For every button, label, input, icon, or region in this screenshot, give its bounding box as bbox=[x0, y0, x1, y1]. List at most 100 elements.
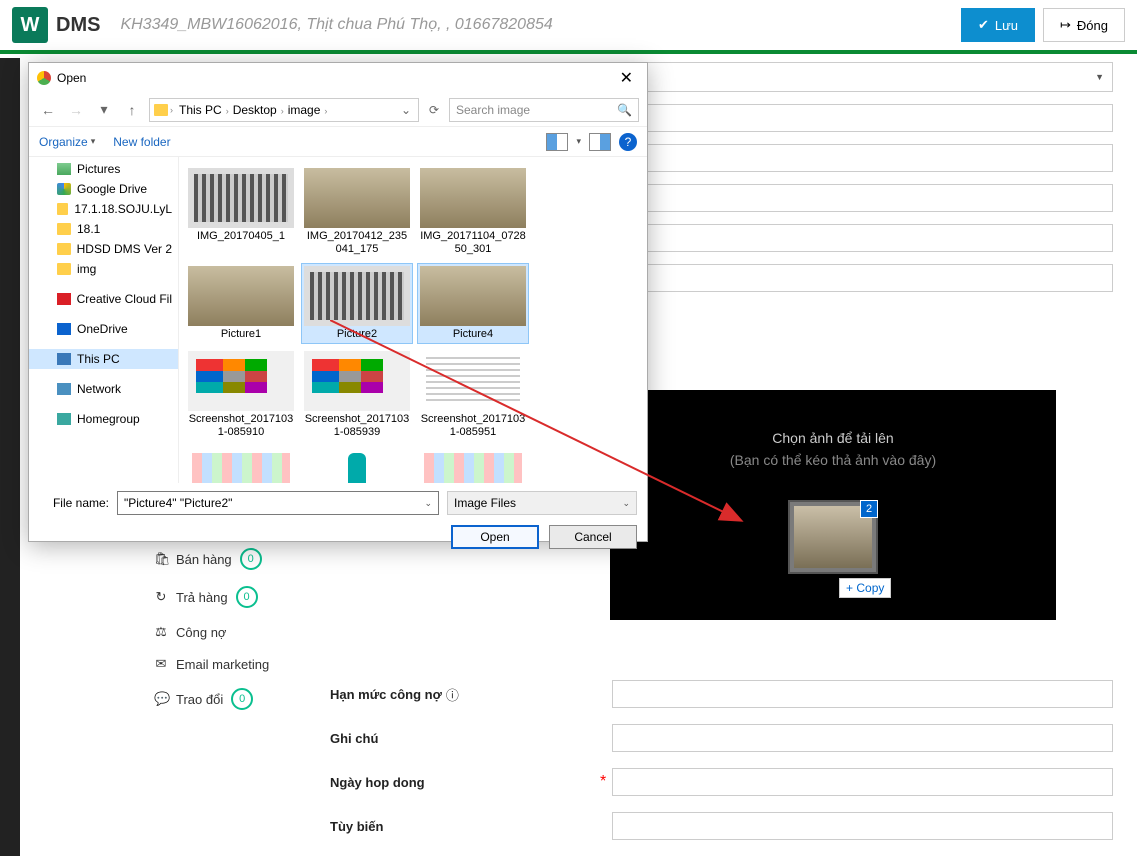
preview-pane-icon[interactable] bbox=[589, 133, 611, 151]
file-thumbnail bbox=[420, 266, 526, 326]
chevron-down-icon: ▾ bbox=[91, 136, 96, 147]
help-icon[interactable]: ? bbox=[619, 133, 637, 151]
nav-up-icon[interactable]: ↑ bbox=[121, 102, 143, 118]
file-tile[interactable]: IMG_20170405_1 bbox=[185, 165, 297, 259]
tree-label: Google Drive bbox=[77, 182, 147, 196]
folder-icon bbox=[154, 104, 168, 116]
path-segment[interactable]: Desktop bbox=[229, 101, 281, 119]
nav-up-dropdown-icon[interactable]: ▾ bbox=[93, 101, 115, 118]
dialog-title: Open bbox=[57, 71, 86, 85]
save-button[interactable]: ✔ Lưu bbox=[961, 8, 1035, 42]
folder-icon bbox=[57, 243, 71, 255]
search-input[interactable]: Search image 🔍 bbox=[449, 98, 639, 122]
file-thumbnail bbox=[188, 351, 294, 411]
sidebar-item-tr-h-ng[interactable]: ↻Trả hàng0 bbox=[150, 578, 310, 616]
sidebar-item-c-ng-n-[interactable]: ⚖Công nợ bbox=[150, 616, 310, 648]
save-label: Lưu bbox=[995, 18, 1018, 33]
tree-item-network[interactable]: Network bbox=[29, 379, 178, 399]
organize-menu[interactable]: Organize ▾ bbox=[39, 135, 95, 149]
file-thumbnail: MobiWork.PG bbox=[304, 449, 410, 483]
file-thumbnail bbox=[420, 351, 526, 411]
cancel-button[interactable]: Cancel bbox=[549, 525, 637, 549]
file-label: Picture1 bbox=[188, 328, 294, 341]
file-thumbnail bbox=[304, 168, 410, 228]
upload-preview-thumb[interactable]: 2 bbox=[788, 500, 878, 574]
file-tile[interactable]: Thêm mới Khách hàng và Checkin lần đầu bbox=[185, 446, 297, 483]
info-icon[interactable]: ⓘ bbox=[446, 685, 459, 704]
file-type-select[interactable]: Image Files ⌄ bbox=[447, 491, 637, 515]
new-folder-button[interactable]: New folder bbox=[113, 135, 170, 149]
nav-back-icon[interactable]: ← bbox=[37, 102, 59, 118]
tree-item-this-pc[interactable]: This PC bbox=[29, 349, 178, 369]
tree-item-17-1-18-soju-lyl[interactable]: 17.1.18.SOJU.LyL bbox=[29, 199, 178, 219]
path-segment[interactable]: image bbox=[284, 101, 325, 119]
form-area: Hạn mức công nợ ⓘGhi chúNgày hop dong*Tù… bbox=[330, 680, 1113, 856]
search-placeholder: Search image bbox=[456, 103, 530, 117]
file-label: IMG_20171104_072850_301 bbox=[420, 230, 526, 256]
path-segment[interactable]: This PC bbox=[175, 101, 226, 119]
copy-button[interactable]: + Copy bbox=[839, 578, 891, 598]
tree-label: 17.1.18.SOJU.LyL bbox=[74, 202, 172, 216]
refresh-icon: ↻ bbox=[154, 589, 168, 605]
folder-icon bbox=[57, 163, 71, 175]
tree-item-google-drive[interactable]: Google Drive bbox=[29, 179, 178, 199]
filename-label: File name: bbox=[39, 496, 109, 510]
sidebar-item-trao-i[interactable]: 💬Trao đổi0 bbox=[150, 680, 310, 718]
path-box[interactable]: › This PC›Desktop›image› ⌄ bbox=[149, 98, 419, 122]
form-row: Ghi chú bbox=[330, 724, 1113, 752]
filename-input[interactable]: "Picture4" "Picture2" ⌄ bbox=[117, 491, 439, 515]
upload-hint: (Bạn có thể kéo thả ảnh vào đây) bbox=[610, 452, 1056, 468]
file-tile[interactable]: Screenshot_20171031-085910 bbox=[185, 348, 297, 442]
close-button[interactable]: ↦ Đóng bbox=[1043, 8, 1125, 42]
file-tile[interactable]: Screenshot_20171031-085939 bbox=[301, 348, 413, 442]
tree-item-creative-cloud-fil[interactable]: Creative Cloud Fil bbox=[29, 289, 178, 309]
tree-label: HDSD DMS Ver 2 bbox=[77, 242, 172, 256]
form-row: Tùy biến bbox=[330, 812, 1113, 840]
file-tile[interactable]: IMG_20171104_072850_301 bbox=[417, 165, 529, 259]
path-dropdown-icon[interactable]: ⌄ bbox=[398, 103, 414, 117]
tree-label: Pictures bbox=[77, 162, 120, 176]
file-tile[interactable]: Picture4 bbox=[417, 263, 529, 344]
text-input[interactable] bbox=[612, 680, 1113, 708]
file-thumbnail bbox=[420, 449, 526, 483]
folder-icon bbox=[57, 203, 68, 215]
dialog-close-icon[interactable]: ✕ bbox=[614, 66, 639, 90]
file-tile[interactable]: Picture1 bbox=[185, 263, 297, 344]
search-icon: 🔍 bbox=[617, 103, 632, 117]
check-icon: ✔ bbox=[978, 17, 989, 33]
chevron-down-icon[interactable]: ▾ bbox=[576, 136, 581, 147]
close-label: Đóng bbox=[1077, 18, 1108, 33]
chevron-down-icon[interactable]: ⌄ bbox=[424, 498, 432, 509]
tree-item-18-1[interactable]: 18.1 bbox=[29, 219, 178, 239]
file-thumbnail bbox=[304, 266, 410, 326]
image-upload-zone[interactable]: Chọn ảnh để tải lên (Bạn có thể kéo thả … bbox=[610, 390, 1056, 620]
chevron-right-icon: › bbox=[324, 106, 327, 116]
tree-item-homegroup[interactable]: Homegroup bbox=[29, 409, 178, 429]
tree-item-img[interactable]: img bbox=[29, 259, 178, 279]
file-tile[interactable]: Xóa dữ liệu ofline, đồng bộ dữ liệu mới bbox=[417, 446, 529, 483]
refresh-icon[interactable]: ⟳ bbox=[425, 103, 443, 117]
nav-forward-icon[interactable]: → bbox=[65, 102, 87, 118]
sidebar-menu: 🛍Bán hàng0↻Trả hàng0⚖Công nợ✉Email marke… bbox=[150, 540, 310, 718]
file-thumbnail bbox=[188, 449, 294, 483]
tree-item-pictures[interactable]: Pictures bbox=[29, 159, 178, 179]
tree-label: Creative Cloud Fil bbox=[77, 292, 172, 306]
open-button[interactable]: Open bbox=[451, 525, 539, 549]
copy-label: Copy bbox=[856, 581, 884, 595]
sidebar-item-email-marketing[interactable]: ✉Email marketing bbox=[150, 648, 310, 680]
upload-title: Chọn ảnh để tải lên bbox=[610, 430, 1056, 446]
text-input[interactable] bbox=[612, 768, 1113, 796]
tree-item-onedrive[interactable]: OneDrive bbox=[29, 319, 178, 339]
app-name: DMS bbox=[56, 14, 100, 37]
file-tile[interactable]: IMG_20170412_235041_175 bbox=[301, 165, 413, 259]
tree-item-hdsd-dms-ver-2[interactable]: HDSD DMS Ver 2 bbox=[29, 239, 178, 259]
text-input[interactable] bbox=[612, 724, 1113, 752]
file-tile[interactable]: Picture2 bbox=[301, 263, 413, 344]
chat-icon: 💬 bbox=[154, 691, 168, 707]
text-input[interactable] bbox=[612, 812, 1113, 840]
file-tile[interactable]: Screenshot_20171031-085951 bbox=[417, 348, 529, 442]
file-tile[interactable]: MobiWork.PGw bbox=[301, 446, 413, 483]
view-mode-icon[interactable] bbox=[546, 133, 568, 151]
folder-icon bbox=[57, 353, 71, 365]
tree-label: img bbox=[77, 262, 96, 276]
